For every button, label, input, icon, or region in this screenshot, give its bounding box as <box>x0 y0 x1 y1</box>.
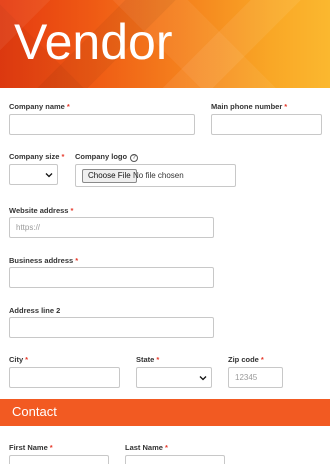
website-label-text: Website address <box>9 206 69 215</box>
required-marker: * <box>164 443 168 452</box>
main-phone-input[interactable] <box>211 114 322 135</box>
contact-section-header: Contact <box>0 399 330 426</box>
company-logo-file-input[interactable]: Choose File No file chosen <box>75 164 236 187</box>
last-name-label-text: Last Name <box>125 443 163 452</box>
city-label: City * <box>9 355 28 364</box>
company-logo-label: Company logo? <box>75 152 139 162</box>
required-marker: * <box>284 102 288 111</box>
company-size-label-text: Company size <box>9 152 60 161</box>
first-name-label-text: First Name <box>9 443 48 452</box>
website-input[interactable]: https:// <box>9 217 214 238</box>
company-logo-label-text: Company logo <box>75 152 128 161</box>
company-size-label: Company size * <box>9 152 64 161</box>
state-label: State * <box>136 355 159 364</box>
required-marker: * <box>156 355 160 364</box>
required-marker: * <box>70 206 74 215</box>
required-marker: * <box>49 443 53 452</box>
address-line2-label: Address line 2 <box>9 306 61 315</box>
website-label: Website address * <box>9 206 73 215</box>
website-placeholder: https:// <box>16 223 41 232</box>
page-title: Vendor <box>14 14 173 70</box>
zip-label: Zip code * <box>228 355 264 364</box>
company-name-input[interactable] <box>9 114 195 135</box>
business-address-input[interactable] <box>9 267 214 288</box>
contact-section-title: Contact <box>12 404 57 419</box>
company-name-label: Company name * <box>9 102 70 111</box>
zip-input[interactable]: 12345 <box>228 367 283 388</box>
company-size-select[interactable] <box>9 164 58 185</box>
main-phone-label: Main phone number * <box>211 102 287 111</box>
chevron-down-icon <box>199 376 207 381</box>
zip-label-text: Zip code <box>228 355 259 364</box>
business-address-label: Business address * <box>9 256 78 265</box>
last-name-input[interactable] <box>125 455 225 464</box>
hero-banner: Vendor <box>0 0 330 88</box>
city-label-text: City <box>9 355 24 364</box>
chevron-down-icon <box>45 173 53 178</box>
main-phone-label-text: Main phone number <box>211 102 283 111</box>
required-marker: * <box>25 355 29 364</box>
first-name-input[interactable] <box>9 455 109 464</box>
address-line2-input[interactable] <box>9 317 214 338</box>
question-circle-icon[interactable]: ? <box>130 154 139 162</box>
required-marker: * <box>75 256 79 265</box>
city-input[interactable] <box>9 367 120 388</box>
choose-file-button[interactable]: Choose File <box>82 169 137 183</box>
state-label-text: State <box>136 355 155 364</box>
required-marker: * <box>66 102 70 111</box>
first-name-label: First Name * <box>9 443 53 452</box>
business-address-label-text: Business address <box>9 256 74 265</box>
company-name-label-text: Company name <box>9 102 65 111</box>
zip-placeholder: 12345 <box>235 373 258 382</box>
required-marker: * <box>61 152 65 161</box>
required-marker: * <box>260 355 264 364</box>
state-select[interactable] <box>136 367 212 388</box>
last-name-label: Last Name * <box>125 443 168 452</box>
file-status-text: No file chosen <box>133 171 184 180</box>
